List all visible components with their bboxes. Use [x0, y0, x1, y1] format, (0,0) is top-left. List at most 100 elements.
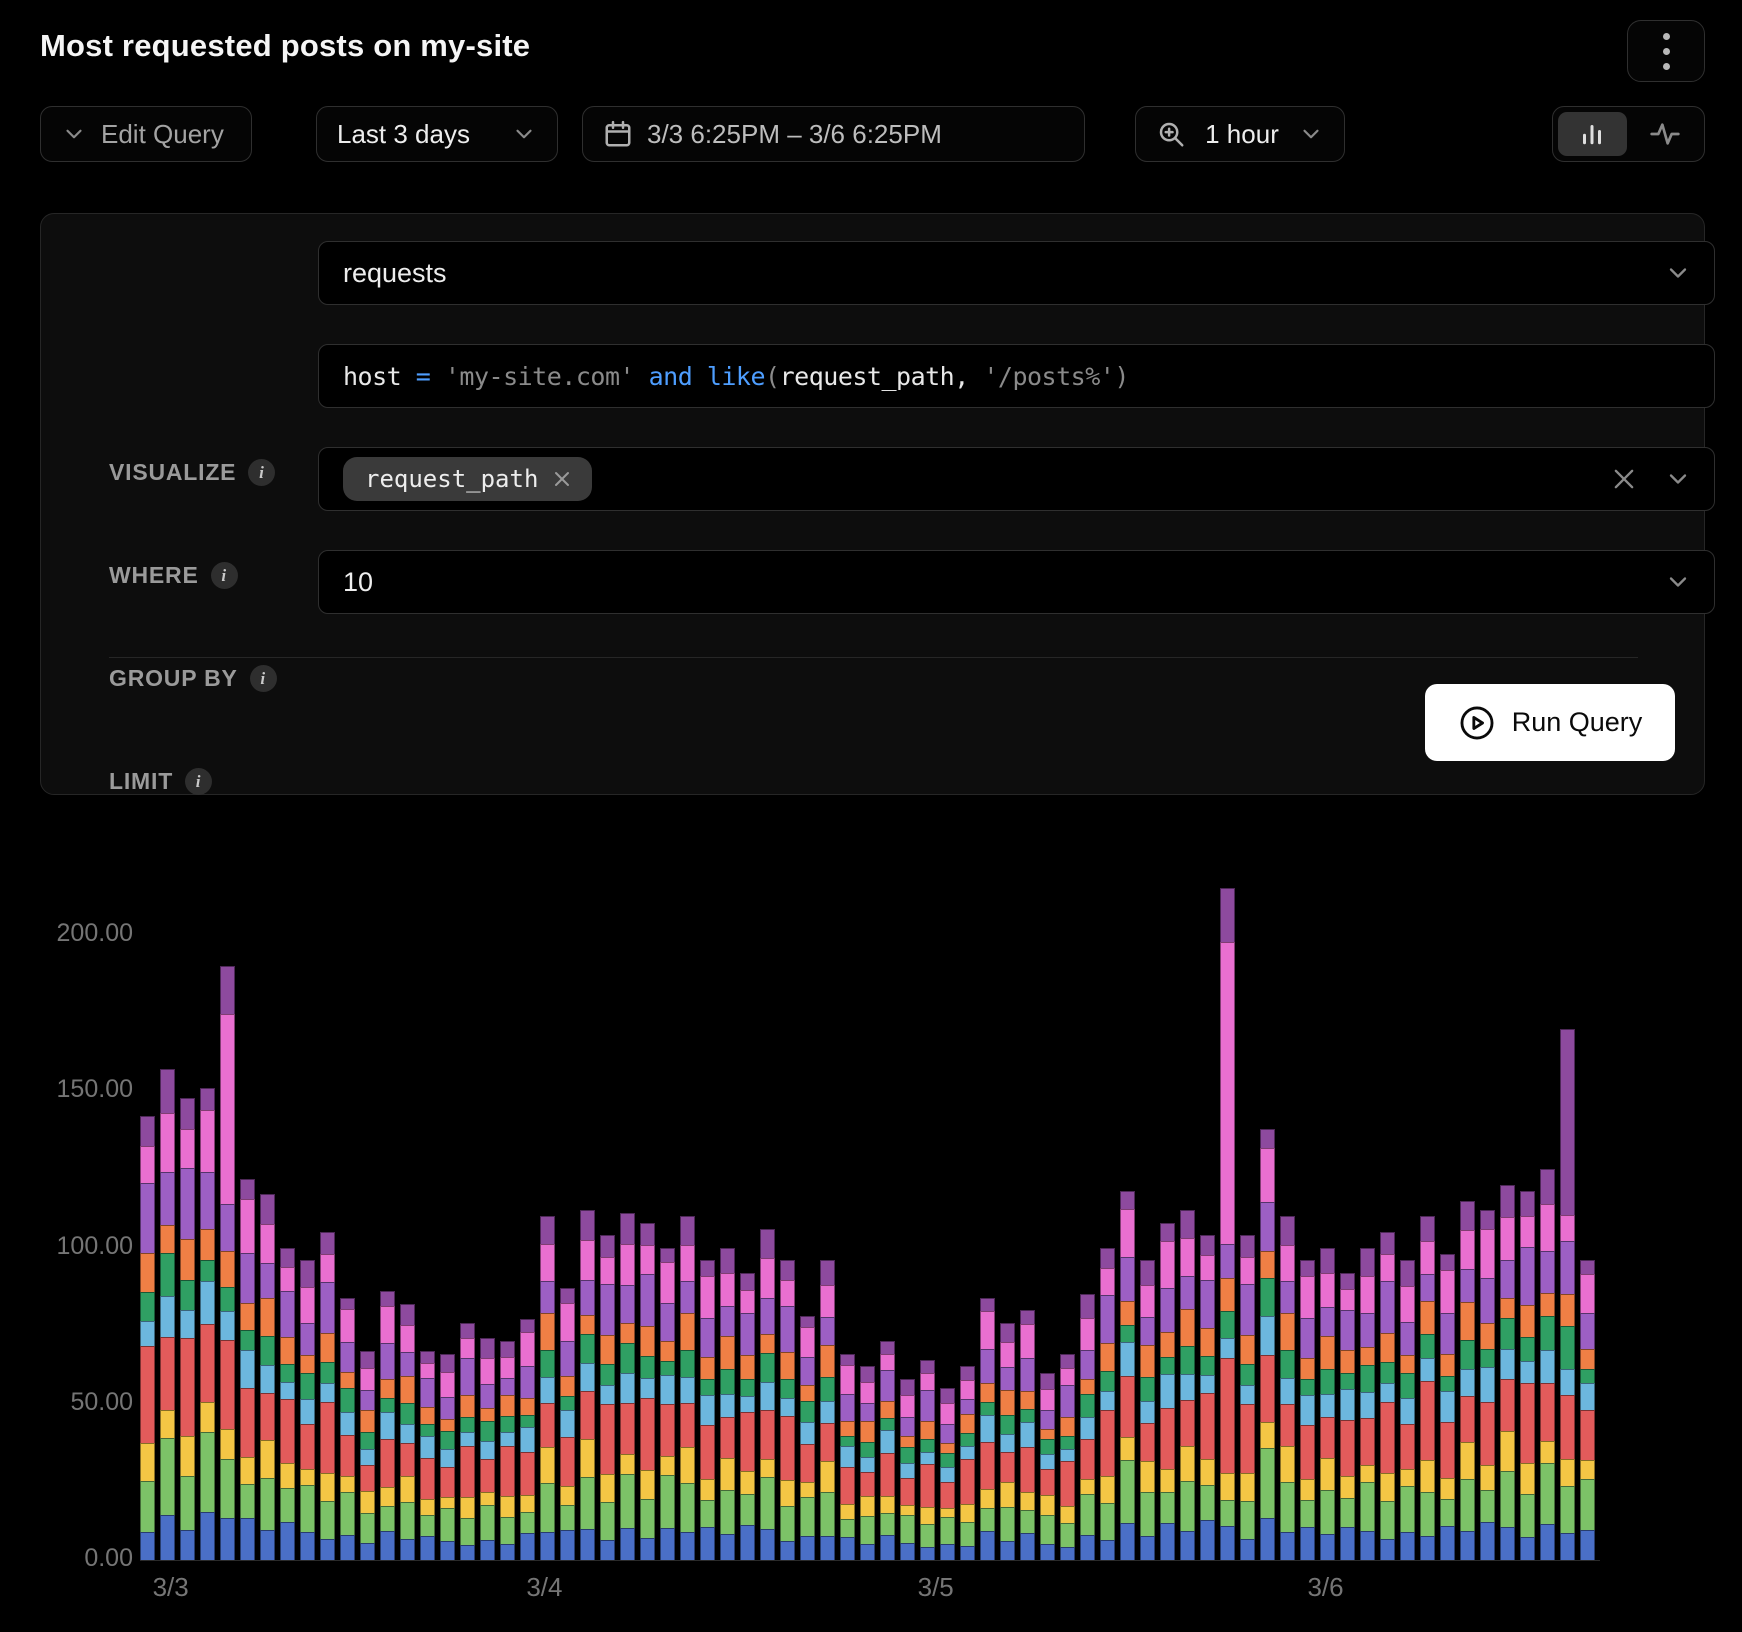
bar-segment	[1320, 1394, 1335, 1418]
bar-segment	[860, 1442, 875, 1457]
bar-segment	[820, 1461, 835, 1493]
info-icon[interactable]: i	[248, 459, 275, 486]
bar-segment	[260, 1194, 275, 1224]
chart-bar	[880, 1341, 895, 1560]
bar-segment	[1220, 1311, 1235, 1338]
bar-segment	[320, 1254, 335, 1282]
chart-bar	[520, 1319, 535, 1560]
granularity-select[interactable]: 1 hour	[1135, 106, 1345, 162]
bar-segment	[180, 1436, 195, 1476]
bar-segment	[300, 1323, 315, 1356]
bar-segment	[860, 1457, 875, 1472]
bar-segment	[220, 1204, 235, 1252]
where-input[interactable]: host = 'my-site.com' and like(request_pa…	[318, 344, 1715, 408]
group-by-field[interactable]: request_path	[318, 447, 1715, 511]
chart-bar	[1000, 1323, 1015, 1561]
bar-segment	[1260, 1251, 1275, 1278]
group-by-chip: request_path	[343, 457, 592, 501]
bar-segment	[420, 1536, 435, 1560]
bar-segment	[1140, 1260, 1155, 1285]
bar-segment	[1200, 1356, 1215, 1376]
bar-segment	[700, 1260, 715, 1276]
line-chart-toggle[interactable]	[1631, 112, 1700, 156]
bar-segment	[240, 1253, 255, 1303]
time-range-select[interactable]: Last 3 days	[316, 106, 558, 162]
chart-bar	[1120, 1191, 1135, 1560]
bar-segment	[840, 1467, 855, 1504]
bar-segment	[1300, 1425, 1315, 1479]
bar-segment	[1080, 1417, 1095, 1439]
bar-segment	[500, 1378, 515, 1395]
bar-segment	[1560, 1326, 1575, 1369]
date-range-button[interactable]: 3/3 6:25PM – 3/6 6:25PM	[582, 106, 1085, 162]
bar-segment	[1140, 1317, 1155, 1345]
chart-bar	[680, 1216, 695, 1560]
chart-bar	[1580, 1260, 1595, 1560]
bar-segment	[280, 1267, 295, 1291]
bar-segment	[1120, 1376, 1135, 1437]
bar-segment	[980, 1311, 995, 1348]
bar-segment	[1440, 1270, 1455, 1313]
bar-segment	[1560, 1241, 1575, 1294]
bar-segment	[1340, 1498, 1355, 1527]
bar-segment	[1300, 1479, 1315, 1500]
info-icon[interactable]: i	[185, 768, 212, 795]
bar-segment	[1300, 1500, 1315, 1527]
bar-segment	[1020, 1492, 1035, 1510]
more-options-button[interactable]	[1627, 20, 1705, 82]
bar-segment	[1380, 1232, 1395, 1254]
bar-segment	[380, 1531, 395, 1561]
chevron-down-icon	[1298, 121, 1324, 147]
bar-segment	[1260, 1448, 1275, 1518]
bar-segment	[520, 1427, 535, 1451]
bar-segment	[1040, 1410, 1055, 1429]
chart-bar	[1560, 1029, 1575, 1560]
bar-segment	[1020, 1447, 1035, 1492]
bar-segment	[1000, 1507, 1015, 1541]
bar-segment	[1280, 1313, 1295, 1350]
group-by-label: GROUP BY i	[109, 665, 277, 692]
run-query-button[interactable]: Run Query	[1425, 684, 1675, 761]
bar-segment	[480, 1408, 495, 1421]
info-icon[interactable]: i	[211, 562, 238, 589]
bar-segment	[320, 1333, 335, 1362]
chart-bar	[1340, 1273, 1355, 1561]
bar-chart-toggle[interactable]	[1558, 112, 1627, 156]
bar-segment	[180, 1239, 195, 1280]
bar-segment	[1100, 1248, 1115, 1269]
remove-chip-icon[interactable]	[550, 467, 574, 491]
bar-segment	[1060, 1506, 1075, 1524]
bar-segment	[440, 1431, 455, 1449]
bar-segment	[820, 1285, 835, 1317]
bar-segment	[1280, 1378, 1295, 1404]
bar-segment	[1580, 1530, 1595, 1560]
bar-segment	[1120, 1209, 1135, 1257]
info-icon[interactable]: i	[250, 665, 277, 692]
bar-segment	[1240, 1257, 1255, 1285]
bar-segment	[320, 1383, 335, 1402]
edit-query-button[interactable]: Edit Query	[40, 106, 252, 162]
clear-icon[interactable]	[1610, 465, 1638, 493]
bar-segment	[580, 1334, 595, 1363]
bar-segment	[1080, 1394, 1095, 1417]
bar-segment	[620, 1343, 635, 1373]
bar-segment	[1360, 1465, 1375, 1482]
bar-segment	[1340, 1389, 1355, 1419]
bar-segment	[1380, 1473, 1395, 1501]
bar-segment	[1200, 1485, 1215, 1520]
chart-bar	[180, 1098, 195, 1561]
bar-segment	[1560, 1533, 1575, 1560]
visualize-select[interactable]: requests	[318, 241, 1715, 305]
bar-segment	[1380, 1281, 1395, 1332]
bar-segment	[700, 1425, 715, 1479]
play-circle-icon	[1458, 704, 1496, 742]
bar-segment	[1560, 1459, 1575, 1486]
chart-bar	[800, 1316, 815, 1560]
bar-segment	[1380, 1501, 1395, 1539]
chevron-down-icon[interactable]	[1664, 465, 1692, 493]
bar-segment	[940, 1443, 955, 1453]
bar-segment	[300, 1355, 315, 1372]
bar-segment	[720, 1336, 735, 1369]
bar-segment	[1520, 1383, 1535, 1463]
limit-select[interactable]: 10	[318, 550, 1715, 614]
